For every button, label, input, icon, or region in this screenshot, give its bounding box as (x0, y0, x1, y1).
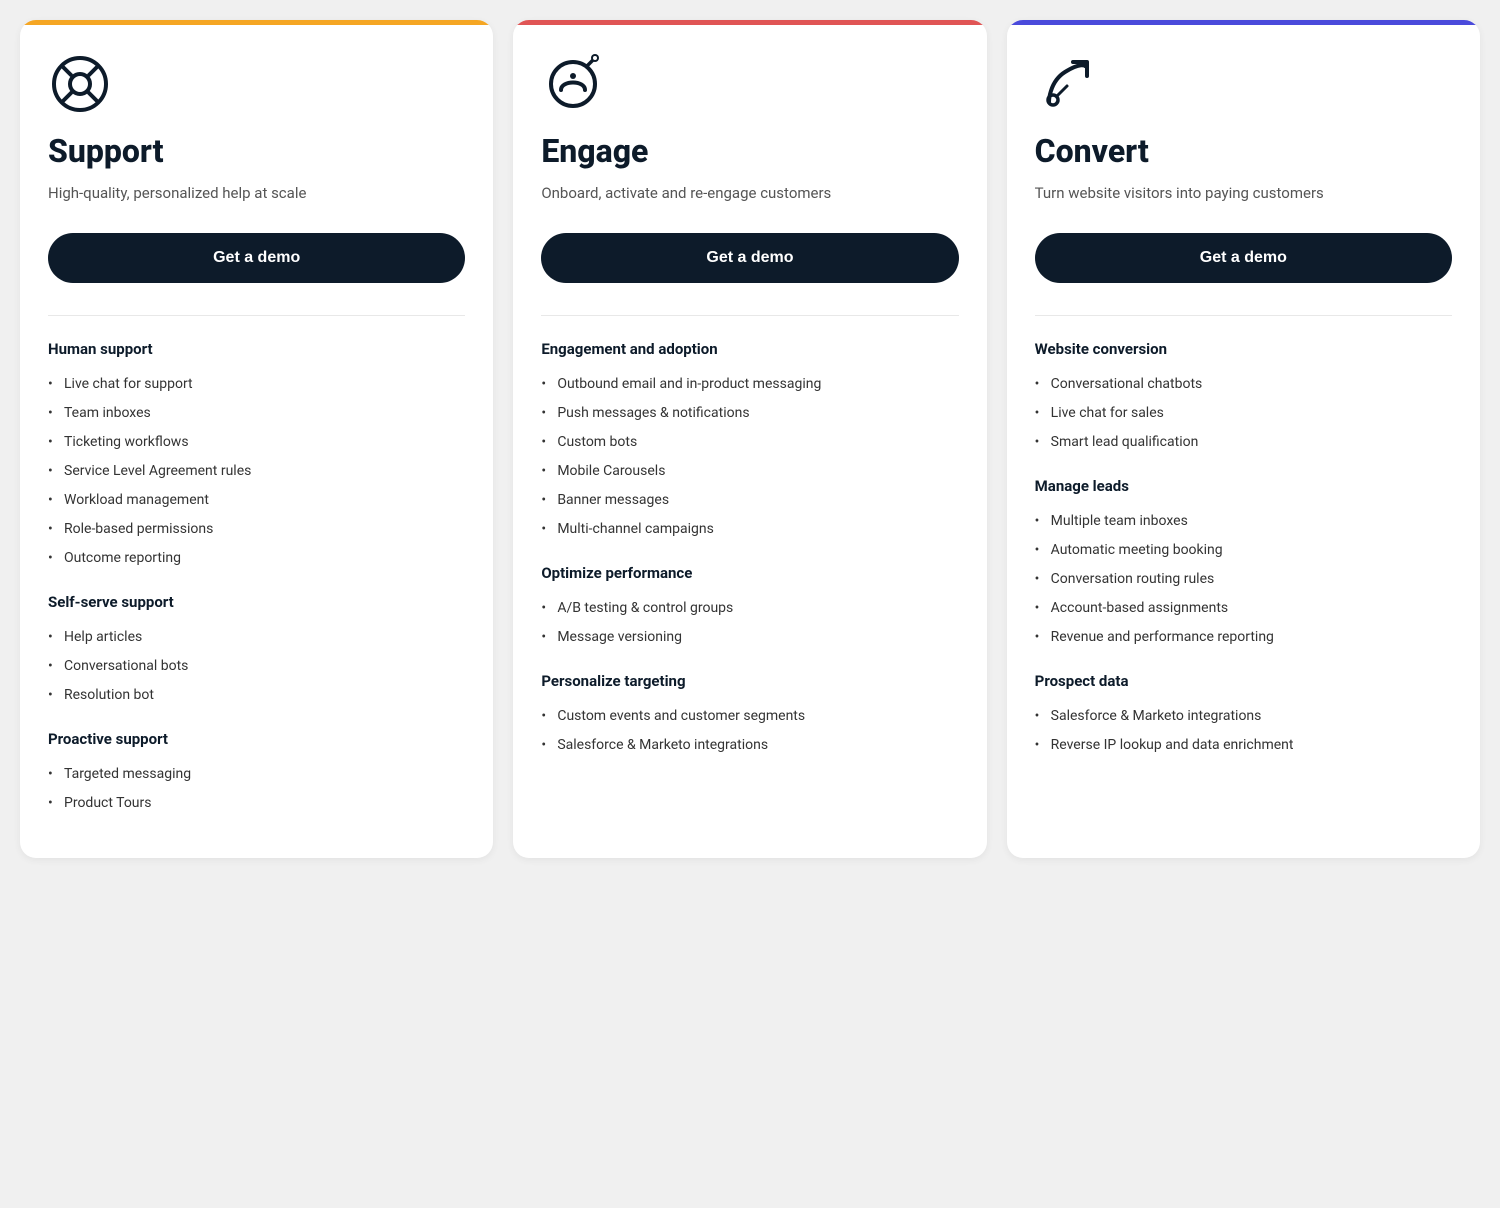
card-engage-demo-button[interactable]: Get a demo (541, 233, 958, 283)
list-item: Salesforce & Marketo integrations (541, 731, 958, 760)
card-convert-demo-button[interactable]: Get a demo (1035, 233, 1452, 283)
card-engage-section-2-list: Custom events and customer segmentsSales… (541, 702, 958, 760)
card-convert: Convert Turn website visitors into paying… (1007, 20, 1480, 858)
list-item: Push messages & notifications (541, 399, 958, 428)
card-convert-section-0-list: Conversational chatbotsLive chat for sal… (1035, 370, 1452, 457)
list-item: Multi-channel campaigns (541, 515, 958, 544)
engage-icon (541, 52, 605, 116)
card-engage-section-0-list: Outbound email and in-product messagingP… (541, 370, 958, 544)
list-item: Salesforce & Marketo integrations (1035, 702, 1452, 731)
list-item: Custom events and customer segments (541, 702, 958, 731)
support-icon (48, 52, 112, 116)
list-item: Product Tours (48, 789, 465, 818)
card-support: Support High-quality, personalized help a… (20, 20, 493, 858)
card-support-section-1-heading: Self-serve support (48, 593, 465, 611)
list-item: Service Level Agreement rules (48, 457, 465, 486)
card-engage-description: Onboard, activate and re-engage customer… (541, 182, 958, 205)
list-item: Conversation routing rules (1035, 565, 1452, 594)
pricing-cards-container: Support High-quality, personalized help a… (20, 20, 1480, 858)
card-engage-section-2-heading: Personalize targeting (541, 672, 958, 690)
card-convert-section-2-heading: Prospect data (1035, 672, 1452, 690)
card-engage: Engage Onboard, activate and re-engage cu… (513, 20, 986, 858)
card-convert-section-1-list: Multiple team inboxesAutomatic meeting b… (1035, 507, 1452, 652)
card-engage-section-0-heading: Engagement and adoption (541, 340, 958, 358)
list-item: Team inboxes (48, 399, 465, 428)
card-support-section-0-list: Live chat for supportTeam inboxesTicketi… (48, 370, 465, 573)
list-item: Help articles (48, 623, 465, 652)
list-item: Ticketing workflows (48, 428, 465, 457)
list-item: Targeted messaging (48, 760, 465, 789)
card-engage-section-1-list: A/B testing & control groupsMessage vers… (541, 594, 958, 652)
card-engage-divider (541, 315, 958, 316)
list-item: Live chat for support (48, 370, 465, 399)
card-support-description: High-quality, personalized help at scale (48, 182, 465, 205)
list-item: Reverse IP lookup and data enrichment (1035, 731, 1452, 760)
card-convert-section-2-list: Salesforce & Marketo integrationsReverse… (1035, 702, 1452, 760)
list-item: Workload management (48, 486, 465, 515)
card-engage-section-1-heading: Optimize performance (541, 564, 958, 582)
list-item: Banner messages (541, 486, 958, 515)
card-convert-description: Turn website visitors into paying custom… (1035, 182, 1452, 205)
list-item: Outbound email and in-product messaging (541, 370, 958, 399)
card-engage-title: Engage (541, 132, 958, 170)
card-convert-title: Convert (1035, 132, 1452, 170)
card-convert-section-1-heading: Manage leads (1035, 477, 1452, 495)
list-item: Live chat for sales (1035, 399, 1452, 428)
list-item: Mobile Carousels (541, 457, 958, 486)
list-item: Automatic meeting booking (1035, 536, 1452, 565)
card-convert-section-0-heading: Website conversion (1035, 340, 1452, 358)
list-item: A/B testing & control groups (541, 594, 958, 623)
list-item: Conversational bots (48, 652, 465, 681)
list-item: Custom bots (541, 428, 958, 457)
list-item: Role-based permissions (48, 515, 465, 544)
convert-icon (1035, 52, 1099, 116)
list-item: Message versioning (541, 623, 958, 652)
list-item: Revenue and performance reporting (1035, 623, 1452, 652)
card-support-divider (48, 315, 465, 316)
list-item: Conversational chatbots (1035, 370, 1452, 399)
card-support-section-2-heading: Proactive support (48, 730, 465, 748)
list-item: Account-based assignments (1035, 594, 1452, 623)
list-item: Multiple team inboxes (1035, 507, 1452, 536)
list-item: Smart lead qualification (1035, 428, 1452, 457)
list-item: Resolution bot (48, 681, 465, 710)
list-item: Outcome reporting (48, 544, 465, 573)
card-support-section-0-heading: Human support (48, 340, 465, 358)
card-support-section-1-list: Help articlesConversational botsResoluti… (48, 623, 465, 710)
card-support-demo-button[interactable]: Get a demo (48, 233, 465, 283)
card-support-title: Support (48, 132, 465, 170)
card-convert-divider (1035, 315, 1452, 316)
card-support-section-2-list: Targeted messagingProduct Tours (48, 760, 465, 818)
